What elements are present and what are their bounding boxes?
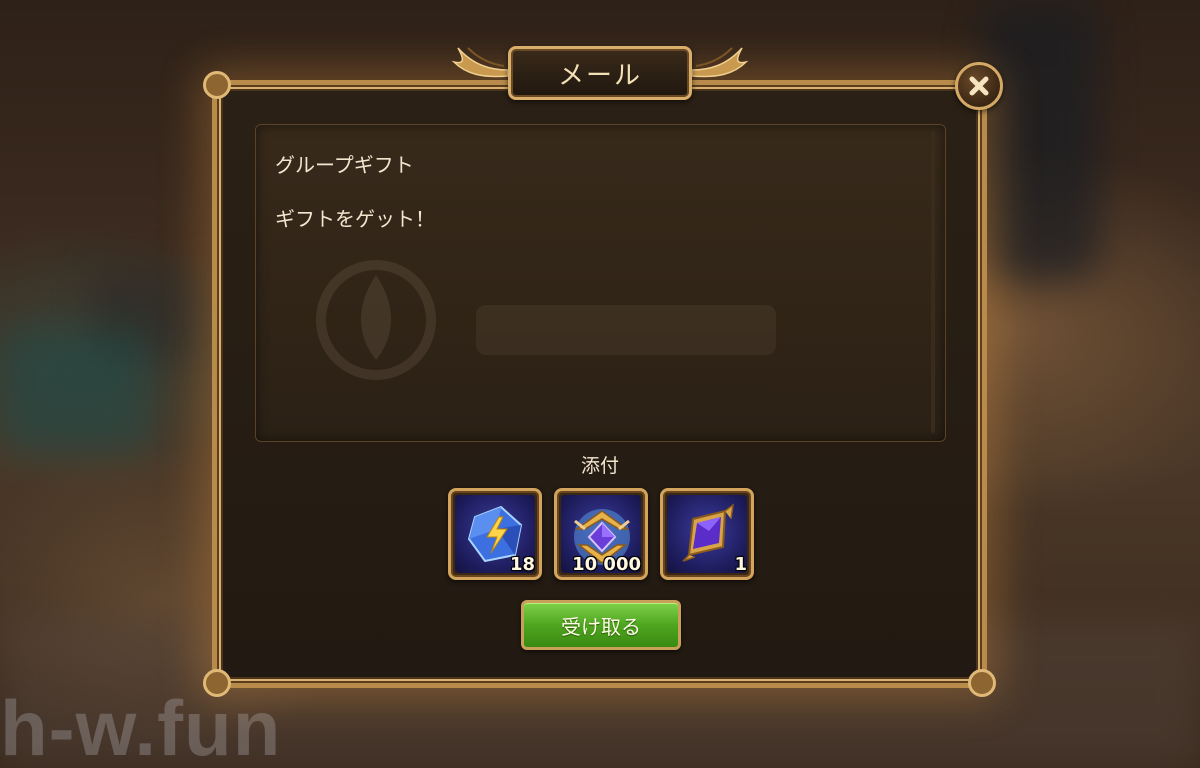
frame-corner-ornament (203, 71, 231, 99)
wing-ornament-left-icon (452, 47, 509, 78)
faded-emblem-icon (316, 260, 436, 380)
background-tower (980, 0, 1100, 280)
frame-corner-ornament (968, 669, 996, 697)
watermark: h-w.fun (0, 684, 282, 768)
item-quantity: 1 (734, 554, 747, 575)
frame-corner-ornament (203, 669, 231, 697)
item-quantity: 10 000 (572, 554, 641, 575)
attachment-item-rune-shard[interactable]: 1 (660, 488, 754, 580)
message-text-panel: グループギフト ギフトをゲット！ (255, 124, 946, 442)
dialog-title-plaque: メール (508, 46, 692, 100)
message-scrollbar[interactable] (931, 131, 935, 433)
message-subject: グループギフト (275, 153, 414, 177)
background-house (0, 330, 150, 450)
message-body: ギフトをゲット！ (275, 207, 435, 231)
dialog-title: メール (557, 60, 642, 91)
claim-button[interactable]: 受け取る (521, 600, 681, 650)
attachments-label: 添付 (580, 455, 619, 477)
faded-logo-icon (476, 305, 776, 355)
claim-button-label: 受け取る (561, 614, 641, 639)
purple-rune-shard-icon (682, 503, 734, 562)
close-x-icon (969, 76, 989, 96)
close-button[interactable] (955, 62, 1003, 110)
attachment-item-energy-crystal[interactable]: 18 (448, 488, 542, 580)
wing-ornament-right-icon (691, 47, 748, 78)
attachment-item-winged-gem[interactable]: 10 000 (554, 488, 648, 580)
item-quantity: 18 (509, 554, 535, 575)
